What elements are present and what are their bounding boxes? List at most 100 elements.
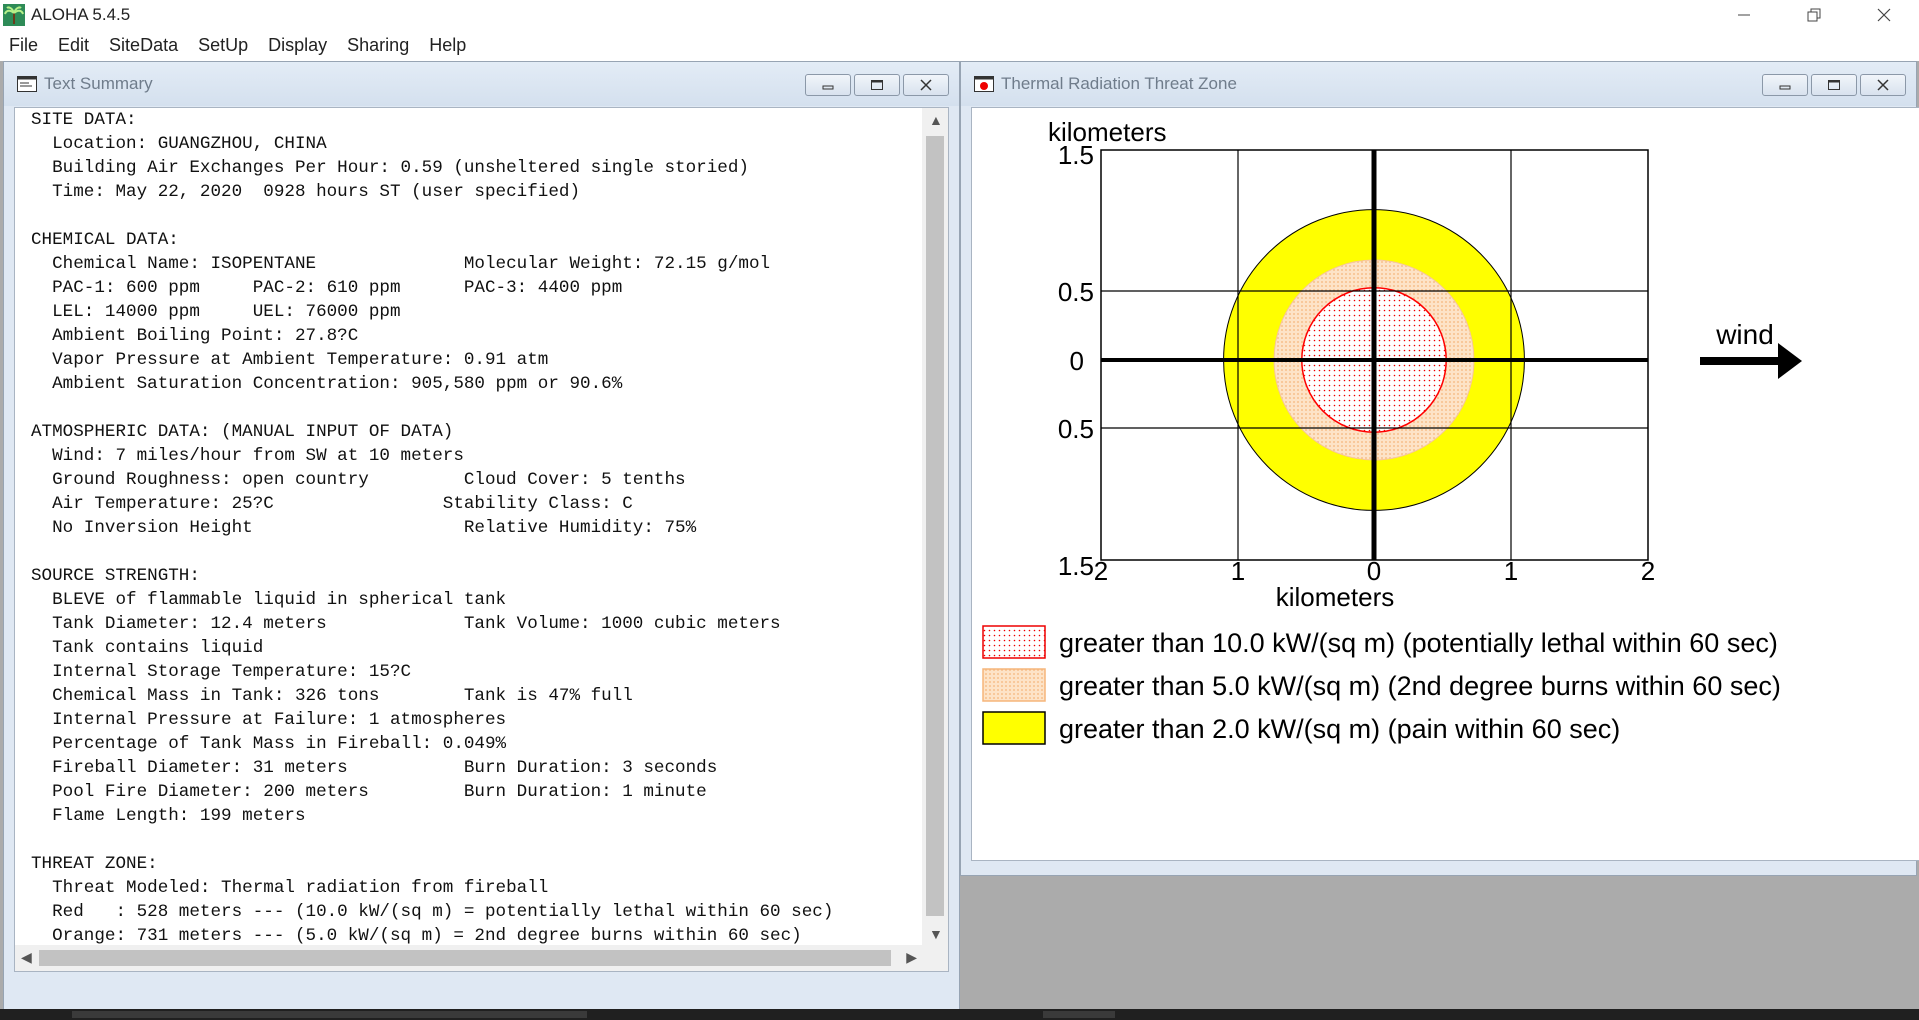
menu-display[interactable]: Display	[258, 35, 337, 56]
text-summary-close-button[interactable]	[903, 74, 949, 96]
restore-button[interactable]	[1779, 0, 1849, 29]
y-tick-label: 0	[1070, 346, 1084, 376]
menu-sitedata[interactable]: SiteData	[99, 35, 188, 56]
horizontal-scroll-thumb[interactable]	[39, 950, 891, 966]
summary-line: Chemical Mass in Tank: 326 tons Tank is …	[31, 686, 633, 706]
text-summary-window: Text Summary SITE DATA: Location: GUANGZ…	[3, 61, 960, 1017]
summary-line: Internal Pressure at Failure: 1 atmosphe…	[31, 710, 507, 730]
restore-icon	[1807, 8, 1821, 21]
minimize-icon	[1779, 85, 1791, 90]
summary-line: Location: GUANGZHOU, CHINA	[31, 134, 327, 154]
resize-grip[interactable]	[922, 945, 948, 971]
summary-line: Tank Diameter: 12.4 meters Tank Volume: …	[31, 614, 781, 634]
aloha-logo-icon	[3, 3, 25, 26]
legend-label-red: greater than 10.0 kW/(sq m) (potentially…	[1059, 628, 1778, 658]
close-icon	[1877, 8, 1891, 21]
summary-line: Fireball Diameter: 31 meters Burn Durati…	[31, 758, 718, 778]
summary-line: Orange: 731 meters --- (5.0 kW/(sq m) = …	[31, 926, 802, 946]
vertical-scroll-thumb[interactable]	[926, 136, 944, 916]
legend-label-orange: greater than 5.0 kW/(sq m) (2nd degree b…	[1059, 671, 1781, 701]
vertical-scrollbar[interactable]: ▲ ▼	[922, 108, 948, 946]
summary-line: Tank contains liquid	[31, 638, 264, 658]
summary-line: LEL: 14000 ppm UEL: 76000 ppm	[31, 302, 401, 322]
summary-line: Ground Roughness: open country Cloud Cov…	[31, 470, 686, 490]
y-tick-label: 0.5	[1058, 414, 1094, 444]
summary-line: Building Air Exchanges Per Hour: 0.59 (u…	[31, 158, 749, 178]
text-summary-maximize-button[interactable]	[854, 74, 900, 96]
summary-line	[31, 828, 923, 852]
threat-zone-minimize-button[interactable]	[1762, 74, 1808, 96]
wind-label: wind	[1715, 319, 1774, 350]
maximize-icon	[871, 80, 883, 90]
app-titlebar: ALOHA 5.4.5	[0, 0, 1919, 29]
summary-line: Chemical Name: ISOPENTANE Molecular Weig…	[31, 254, 771, 274]
summary-line: BLEVE of flammable liquid in spherical t…	[31, 590, 507, 610]
legend-swatch-yellow	[982, 711, 1046, 745]
scroll-down-icon[interactable]: ▼	[929, 926, 943, 942]
threat-zone-title: Thermal Radiation Threat Zone	[1001, 74, 1237, 93]
close-icon	[1877, 79, 1889, 91]
threat-zone-window: Thermal Radiation Threat Zone kilometers…	[960, 61, 1919, 876]
summary-line: No Inversion Height Relative Humidity: 7…	[31, 518, 697, 538]
menu-setup[interactable]: SetUp	[188, 35, 258, 56]
summary-line: Red : 528 meters --- (10.0 kW/(sq m) = p…	[31, 902, 834, 922]
close-button[interactable]	[1849, 0, 1919, 29]
y-tick-label: 0.5	[1058, 277, 1094, 307]
horizontal-scrollbar[interactable]: ◀ ▶	[15, 945, 923, 971]
summary-line	[31, 204, 923, 228]
summary-line: SITE DATA:	[31, 110, 137, 130]
scroll-up-icon[interactable]: ▲	[929, 112, 943, 128]
summary-line: Threat Modeled: Thermal radiation from f…	[31, 878, 549, 898]
menu-help[interactable]: Help	[419, 35, 476, 56]
threat-zone-titlebar[interactable]: Thermal Radiation Threat Zone	[961, 62, 1916, 106]
threat-zone-plot-area: kilometers kilometers 1.5 0.5 0 0.5 1.5 …	[971, 107, 1919, 861]
summary-line: PAC-1: 600 ppm PAC-2: 610 ppm PAC-3: 440…	[31, 278, 623, 298]
text-summary-content[interactable]: SITE DATA: Location: GUANGZHOU, CHINA Bu…	[14, 107, 949, 972]
summary-line: SOURCE STRENGTH:	[31, 566, 200, 586]
threat-zone-close-button[interactable]	[1860, 74, 1906, 96]
summary-line: Time: May 22, 2020 0928 hours ST (user s…	[31, 182, 581, 202]
x-axis-label: kilometers	[1276, 582, 1394, 612]
text-summary-titlebar[interactable]: Text Summary	[4, 62, 959, 106]
summary-line: Internal Storage Temperature: 15?C	[31, 662, 412, 682]
summary-line: Vapor Pressure at Ambient Temperature: 0…	[31, 350, 549, 370]
summary-line: Percentage of Tank Mass in Fireball: 0.0…	[31, 734, 507, 754]
legend-label-yellow: greater than 2.0 kW/(sq m) (pain within …	[1059, 714, 1620, 744]
minimize-button[interactable]	[1709, 0, 1779, 29]
summary-line	[31, 396, 923, 420]
menu-bar: File Edit SiteData SetUp Display Sharing…	[0, 29, 1919, 62]
text-summary-minimize-button[interactable]	[805, 74, 851, 96]
summary-line: Ambient Boiling Point: 27.8?C	[31, 326, 359, 346]
scroll-right-icon[interactable]: ▶	[906, 949, 917, 966]
menu-sharing[interactable]: Sharing	[337, 35, 419, 56]
close-icon	[920, 79, 932, 91]
scroll-left-icon[interactable]: ◀	[21, 949, 32, 966]
summary-line: THREAT ZONE:	[31, 854, 158, 874]
threat-zone-maximize-button[interactable]	[1811, 74, 1857, 96]
minimize-icon	[1738, 14, 1750, 15]
summary-line: Pool Fire Diameter: 200 meters Burn Dura…	[31, 782, 707, 802]
menu-edit[interactable]: Edit	[48, 35, 99, 56]
summary-text-area[interactable]: SITE DATA: Location: GUANGZHOU, CHINA Bu…	[15, 108, 923, 946]
y-tick-label: 1.5	[1058, 551, 1094, 581]
summary-line: Ambient Saturation Concentration: 905,58…	[31, 374, 623, 394]
taskbar-item[interactable]	[72, 1011, 587, 1018]
legend-swatch-orange	[982, 668, 1046, 702]
summary-line: Air Temperature: 25?C Stability Class: C	[31, 494, 633, 514]
summary-line	[31, 540, 923, 564]
minimize-icon	[822, 85, 834, 90]
text-document-icon	[17, 76, 37, 92]
taskbar-item[interactable]	[1043, 1011, 1115, 1018]
summary-line: CHEMICAL DATA:	[31, 230, 179, 250]
legend-swatch-red	[982, 625, 1046, 659]
y-tick-label: 1.5	[1058, 140, 1094, 170]
mdi-workspace: Text Summary SITE DATA: Location: GUANGZ…	[0, 61, 1919, 1017]
maximize-icon	[1828, 80, 1840, 90]
threat-zone-icon	[974, 76, 994, 92]
taskbar	[0, 1009, 1919, 1020]
app-title: ALOHA 5.4.5	[31, 4, 131, 24]
summary-line: Flame Length: 199 meters	[31, 806, 306, 826]
threat-zone-plot: kilometers kilometers 1.5 0.5 0 0.5 1.5 …	[982, 117, 1802, 745]
menu-file[interactable]: File	[0, 35, 48, 56]
summary-line: Wind: 7 miles/hour from SW at 10 meters	[31, 446, 464, 466]
